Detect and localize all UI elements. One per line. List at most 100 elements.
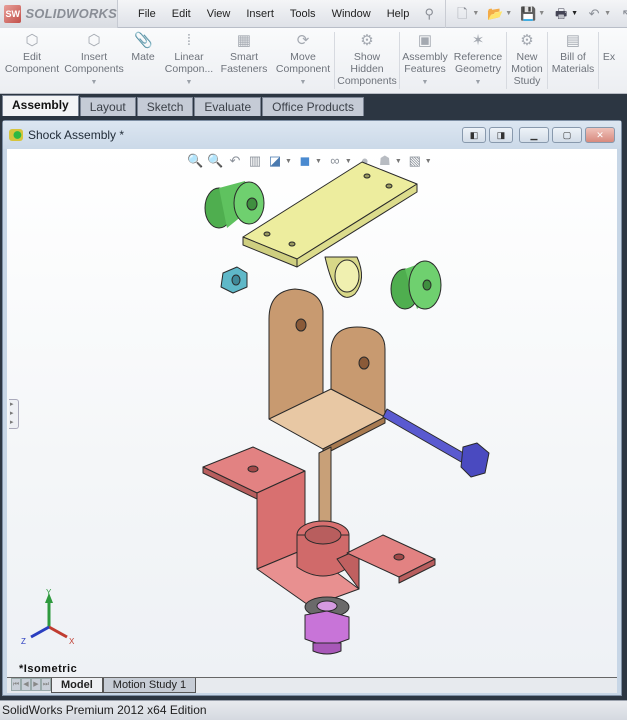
smart-fasteners-label: Smart Fasteners (220, 51, 268, 75)
edit-component-button[interactable]: ⬡ Edit Component (0, 28, 64, 93)
show-hidden-label: Show Hidden Components (337, 51, 397, 87)
document-window: Shock Assembly * ◧ ◨ ▁ ▢ ✕ 🔍 🔍 ↶ ▥ ◪ ▼ ◼ ▼… (2, 120, 622, 696)
document-title: Shock Assembly * (28, 128, 125, 142)
select-icon[interactable]: ↖ (619, 6, 627, 22)
next-tab-button[interactable]: ▶ (31, 678, 41, 691)
tab-layout[interactable]: Layout (79, 97, 136, 116)
chevron-down-icon[interactable]: ▼ (91, 77, 98, 89)
menu-bar: SW SOLIDWORKS File Edit View Insert Tool… (0, 0, 627, 28)
reference-triad: Y X Z (21, 589, 75, 646)
triad-x-label: X (69, 637, 75, 646)
chevron-down-icon[interactable]: ▼ (475, 77, 482, 89)
insert-components-button[interactable]: ⬡ Insert Components ▼ (64, 28, 124, 93)
move-component-button[interactable]: ⟳ Move Component ▼ (272, 28, 334, 93)
logo-text: SOLIDWORKS (25, 6, 117, 21)
mate-label: Mate (131, 51, 155, 63)
window-controls: ◧ ◨ ▁ ▢ ✕ (459, 127, 615, 143)
reference-geometry-icon: ✶ (471, 32, 485, 49)
tab-motion-study-1[interactable]: Motion Study 1 (102, 678, 197, 693)
undo-icon[interactable]: ↶ (586, 6, 602, 22)
document-title-bar[interactable]: Shock Assembly * ◧ ◨ ▁ ▢ ✕ (3, 121, 621, 149)
chevron-down-icon[interactable]: ▼ (300, 77, 307, 89)
restore-button[interactable]: ▢ (552, 127, 582, 143)
model-motion-tabs: ⏮ ◀ ▶ ⏭ Model Motion Study 1 (7, 677, 617, 693)
print-icon[interactable]: 🖶 (553, 6, 569, 22)
smart-fasteners-button[interactable]: ▦ Smart Fasteners (216, 28, 272, 93)
menu-file[interactable]: File (130, 8, 164, 20)
bushing-right[interactable] (390, 260, 442, 310)
graphics-area[interactable]: 🔍 🔍 ↶ ▥ ◪ ▼ ◼ ▼ ∞ ▼ ● ☗ ▼ ▧ ▼ ▸ ▸ ▸ Y X … (7, 149, 617, 677)
move-component-label: Move Component (275, 51, 331, 75)
solidworks-logo[interactable]: SW SOLIDWORKS (0, 0, 118, 28)
solidworks-window: SW SOLIDWORKS File Edit View Insert Tool… (0, 0, 627, 720)
tab-sketch[interactable]: Sketch (136, 97, 194, 116)
command-manager-tabs: Assembly Layout Sketch Evaluate Office P… (0, 94, 627, 116)
linear-component-pattern-button[interactable]: ⁞ Linear Compon... ▼ (162, 28, 216, 93)
close-button[interactable]: ✕ (585, 127, 615, 143)
tile-left-button[interactable]: ◧ (462, 127, 486, 143)
bolt[interactable] (382, 408, 490, 478)
new-motion-study-button[interactable]: ⚙ New Motion Study (507, 28, 547, 93)
new-document-icon[interactable]: 🗋 (454, 6, 470, 22)
edit-component-label: Edit Component (4, 51, 60, 75)
view-orientation-label: *Isometric (19, 663, 78, 675)
command-manager: ⬡ Edit Component ⬡ Insert Components ▼ 📎… (0, 28, 627, 94)
pin-icon[interactable]: ⚲ (421, 6, 437, 22)
move-component-icon: ⟳ (296, 32, 310, 49)
tile-right-button[interactable]: ◨ (489, 127, 513, 143)
bill-of-materials-icon: ▤ (565, 32, 581, 49)
previous-tab-button[interactable]: ◀ (21, 678, 31, 691)
linear-pattern-label: Linear Compon... (164, 51, 214, 75)
minimize-button[interactable]: ▁ (519, 127, 549, 143)
triad-y-label: Y (46, 589, 52, 597)
last-tab-button[interactable]: ⏭ (41, 678, 51, 691)
motion-study-label: New Motion Study (511, 51, 543, 87)
new-dropdown-arrow[interactable]: ▼ (472, 10, 479, 17)
insert-components-label: Insert Components (64, 51, 124, 75)
triad-z-label: Z (21, 637, 26, 646)
print-dropdown-arrow[interactable]: ▼ (571, 10, 578, 17)
tab-assembly[interactable]: Assembly (2, 95, 79, 116)
show-hidden-components-button[interactable]: ⚙ Show Hidden Components (335, 28, 399, 93)
exploded-view-button[interactable]: Ex (599, 28, 619, 93)
tab-office-products[interactable]: Office Products (262, 97, 364, 116)
menu-help[interactable]: Help (379, 8, 418, 20)
linear-pattern-icon: ⁞ (186, 32, 192, 49)
tab-evaluate[interactable]: Evaluate (194, 97, 262, 116)
main-menu: File Edit View Insert Tools Window Help (130, 8, 417, 20)
menu-window[interactable]: Window (324, 8, 379, 20)
hex-nut-small[interactable] (220, 266, 248, 294)
quick-access-toolbar: 🗋▼ 📂▼ 💾▼ 🖶▼ ↶▼ ↖▼ (445, 0, 627, 28)
assembly-features-button[interactable]: ▣ Assembly Features ▼ (400, 28, 450, 93)
tab-scroll-controls: ⏮ ◀ ▶ ⏭ (11, 678, 51, 691)
menu-edit[interactable]: Edit (164, 8, 199, 20)
status-bar: SolidWorks Premium 2012 x64 Edition (0, 700, 627, 720)
bill-of-materials-label: Bill of Materials (551, 51, 595, 75)
first-tab-button[interactable]: ⏮ (11, 678, 21, 691)
assembly-document-icon (9, 129, 23, 141)
save-icon[interactable]: 💾 (520, 6, 536, 22)
top-bracket[interactable] (242, 161, 418, 298)
open-icon[interactable]: 📂 (487, 6, 503, 22)
assembly-features-label: Assembly Features (402, 51, 448, 75)
exploded-assembly-model[interactable] (7, 149, 617, 677)
menu-tools[interactable]: Tools (282, 8, 324, 20)
bushing-left[interactable] (204, 181, 265, 229)
chevron-down-icon[interactable]: ▼ (422, 77, 429, 89)
chevron-down-icon[interactable]: ▼ (186, 77, 193, 89)
menu-view[interactable]: View (199, 8, 239, 20)
save-dropdown-arrow[interactable]: ▼ (538, 10, 545, 17)
clevis-yoke[interactable] (268, 288, 386, 456)
undo-dropdown-arrow[interactable]: ▼ (604, 10, 611, 17)
menu-insert[interactable]: Insert (238, 8, 282, 20)
assembly-features-icon: ▣ (417, 32, 433, 49)
reference-geometry-button[interactable]: ✶ Reference Geometry ▼ (450, 28, 506, 93)
mate-button[interactable]: 📎 Mate (124, 28, 162, 93)
motion-study-icon: ⚙ (520, 32, 534, 49)
bottom-nut[interactable] (304, 610, 350, 655)
bill-of-materials-button[interactable]: ▤ Bill of Materials (548, 28, 598, 93)
open-dropdown-arrow[interactable]: ▼ (505, 10, 512, 17)
smart-fasteners-icon: ▦ (236, 32, 252, 49)
tab-model[interactable]: Model (51, 678, 103, 693)
reference-geometry-label: Reference Geometry (453, 51, 503, 75)
